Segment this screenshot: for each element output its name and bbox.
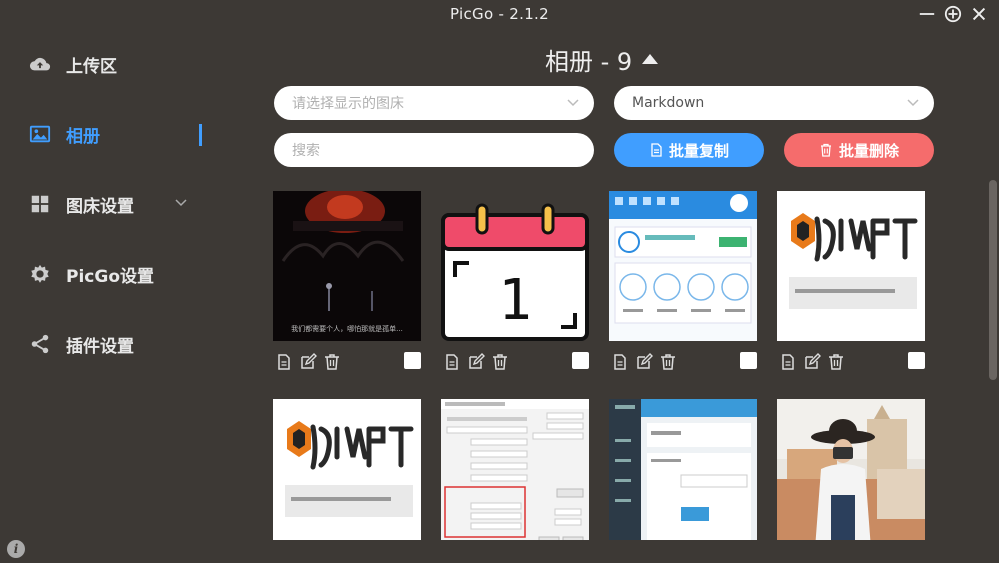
batch-delete-label: 批量删除 [838,141,899,160]
thumbnail-image: 我们都需要个人，哪怕那就是孤单... [273,191,421,341]
thumbnail-image [777,399,925,540]
thumbnail-image [609,399,757,540]
gallery-card[interactable] [273,399,421,540]
chevron-down-icon [907,99,919,107]
select-checkbox[interactable] [908,352,925,369]
gallery-card[interactable] [609,191,757,341]
sidebar: 上传区 相册 图床设置 PicGo设置 插件设置 [0,30,230,563]
gallery-card[interactable] [777,191,925,341]
app-title: PicGo - 2.1.2 [450,5,549,23]
format-select[interactable]: Markdown [614,86,934,120]
minimize-icon[interactable] [917,4,937,24]
thumbnail-image [609,191,757,341]
copy-link-icon[interactable] [779,353,797,371]
chevron-down-icon[interactable] [174,196,188,210]
edit-icon[interactable] [635,353,653,371]
gallery-card[interactable]: 1 [441,191,589,341]
thumbnail-image [441,399,589,540]
card-actions [443,352,509,372]
trash-icon[interactable] [659,353,677,371]
window-controls [917,4,989,24]
sidebar-item-label: 上传区 [66,56,117,77]
sidebar-item-picgo-settings[interactable]: PicGo设置 [28,254,218,294]
info-icon[interactable]: i [7,540,25,558]
thumbnail-image [777,191,925,341]
thumbnail-image [273,399,421,540]
share-icon [28,332,52,356]
gallery-card[interactable] [441,399,589,540]
chevron-down-icon [567,99,579,107]
image-icon [28,122,52,146]
sidebar-item-label: PicGo设置 [66,266,154,287]
grid-icon [28,192,52,216]
gallery-card[interactable]: 我们都需要个人，哪怕那就是孤单... [273,191,421,341]
trash-icon[interactable] [827,353,845,371]
title-bar: PicGo - 2.1.2 [0,0,999,30]
copy-link-icon[interactable] [611,353,629,371]
trash-icon [820,143,831,157]
cloud-upload-icon [28,52,52,76]
select-checkbox[interactable] [572,352,589,369]
sidebar-item-bed-settings[interactable]: 图床设置 [28,184,218,224]
copy-link-icon[interactable] [275,353,293,371]
search-placeholder: 搜索 [292,143,320,159]
trash-icon[interactable] [323,353,341,371]
active-indicator [199,124,202,146]
gear-icon [28,262,52,286]
sidebar-item-label: 图床设置 [66,196,134,217]
batch-copy-label: 批量复制 [668,141,729,160]
batch-copy-button[interactable]: 批量复制 [614,133,764,167]
calendar-number: 1 [498,268,532,333]
edit-icon[interactable] [467,353,485,371]
copy-link-icon[interactable] [443,353,461,371]
document-icon [651,143,662,157]
select-checkbox[interactable] [740,352,757,369]
batch-delete-button[interactable]: 批量删除 [784,133,934,167]
close-icon[interactable] [969,4,989,24]
thumbnail-caption: 我们都需要个人，哪怕那就是孤单... [291,324,403,333]
card-actions [611,352,677,372]
gallery-title-bar: 相册 - 9 [545,42,659,77]
card-actions [779,352,845,372]
edit-icon[interactable] [803,353,821,371]
card-actions [275,352,341,372]
select-checkbox[interactable] [404,352,421,369]
collapse-arrow-icon[interactable] [642,53,659,64]
gallery-card[interactable] [609,399,757,540]
sidebar-item-plugin-settings[interactable]: 插件设置 [28,324,218,364]
thumbnail-image: 1 [441,191,589,341]
sidebar-item-label: 插件设置 [66,336,134,357]
format-select-value: Markdown [632,95,705,111]
page-title: 相册 - 9 [545,48,633,76]
edit-icon[interactable] [299,353,317,371]
sidebar-item-upload[interactable]: 上传区 [28,44,218,84]
trash-icon[interactable] [491,353,509,371]
bed-select[interactable]: 请选择显示的图床 [274,86,594,120]
sidebar-item-label: 相册 [66,126,100,147]
maximize-icon[interactable] [943,4,963,24]
sidebar-item-gallery[interactable]: 相册 [28,114,218,154]
search-input[interactable]: 搜索 [274,133,594,167]
bed-select-placeholder: 请选择显示的图床 [292,96,404,112]
gallery-card[interactable] [777,399,925,540]
scrollbar[interactable] [989,180,997,380]
